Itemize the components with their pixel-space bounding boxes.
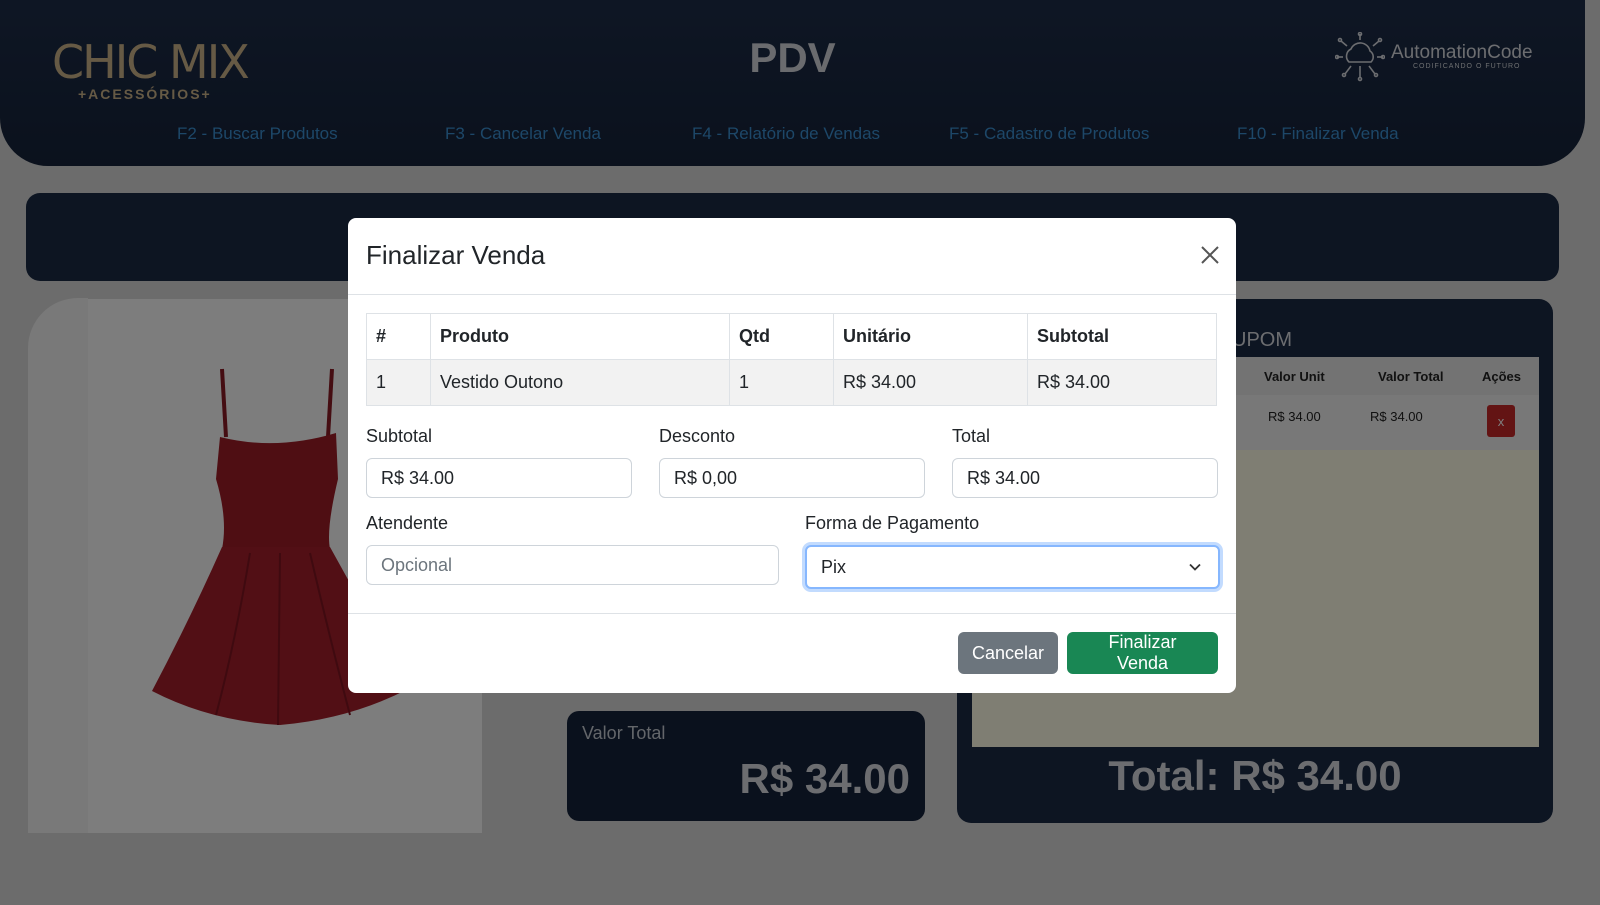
- modal-header: Finalizar Venda: [348, 218, 1236, 295]
- close-icon: [1201, 246, 1219, 264]
- table-header-row: # Produto Qtd Unitário Subtotal: [366, 313, 1217, 360]
- pagamento-label: Forma de Pagamento: [805, 513, 980, 533]
- cell-produto: Vestido Outono: [430, 359, 730, 406]
- modal-title: Finalizar Venda: [366, 240, 546, 270]
- col-produto: Produto: [430, 313, 730, 360]
- desconto-label: Desconto: [659, 426, 736, 446]
- finalize-sale-button[interactable]: Finalizar Venda: [1067, 632, 1218, 674]
- close-button[interactable]: [1195, 240, 1225, 270]
- modal-footer: Cancelar Finalizar Venda: [348, 613, 1236, 693]
- col-subtotal: Subtotal: [1027, 313, 1217, 360]
- table-row: 1 Vestido Outono 1 R$ 34.00 R$ 34.00: [366, 359, 1217, 406]
- cell-num: 1: [366, 359, 431, 406]
- chevron-down-icon: [1189, 563, 1201, 571]
- cell-qtd: 1: [729, 359, 834, 406]
- cancel-button[interactable]: Cancelar: [958, 632, 1058, 674]
- payment-method-value: Pix: [821, 557, 847, 577]
- cell-subtotal: R$ 34.00: [1027, 359, 1217, 406]
- finalizar-venda-modal: Finalizar Venda # Produto Qtd Unitário S…: [348, 218, 1236, 693]
- subtotal-field[interactable]: [366, 458, 632, 498]
- atendente-field[interactable]: [366, 545, 779, 585]
- col-unitario: Unitário: [833, 313, 1028, 360]
- atendente-label: Atendente: [366, 513, 449, 533]
- col-num: #: [366, 313, 431, 360]
- items-table: # Produto Qtd Unitário Subtotal 1 Vestid…: [366, 313, 1217, 406]
- desconto-field[interactable]: [659, 458, 925, 498]
- total-field[interactable]: [952, 458, 1218, 498]
- subtotal-label: Subtotal: [366, 426, 433, 446]
- total-label: Total: [952, 426, 991, 446]
- payment-method-select[interactable]: Pix: [805, 545, 1220, 589]
- cell-unitario: R$ 34.00: [833, 359, 1028, 406]
- col-qtd: Qtd: [729, 313, 834, 360]
